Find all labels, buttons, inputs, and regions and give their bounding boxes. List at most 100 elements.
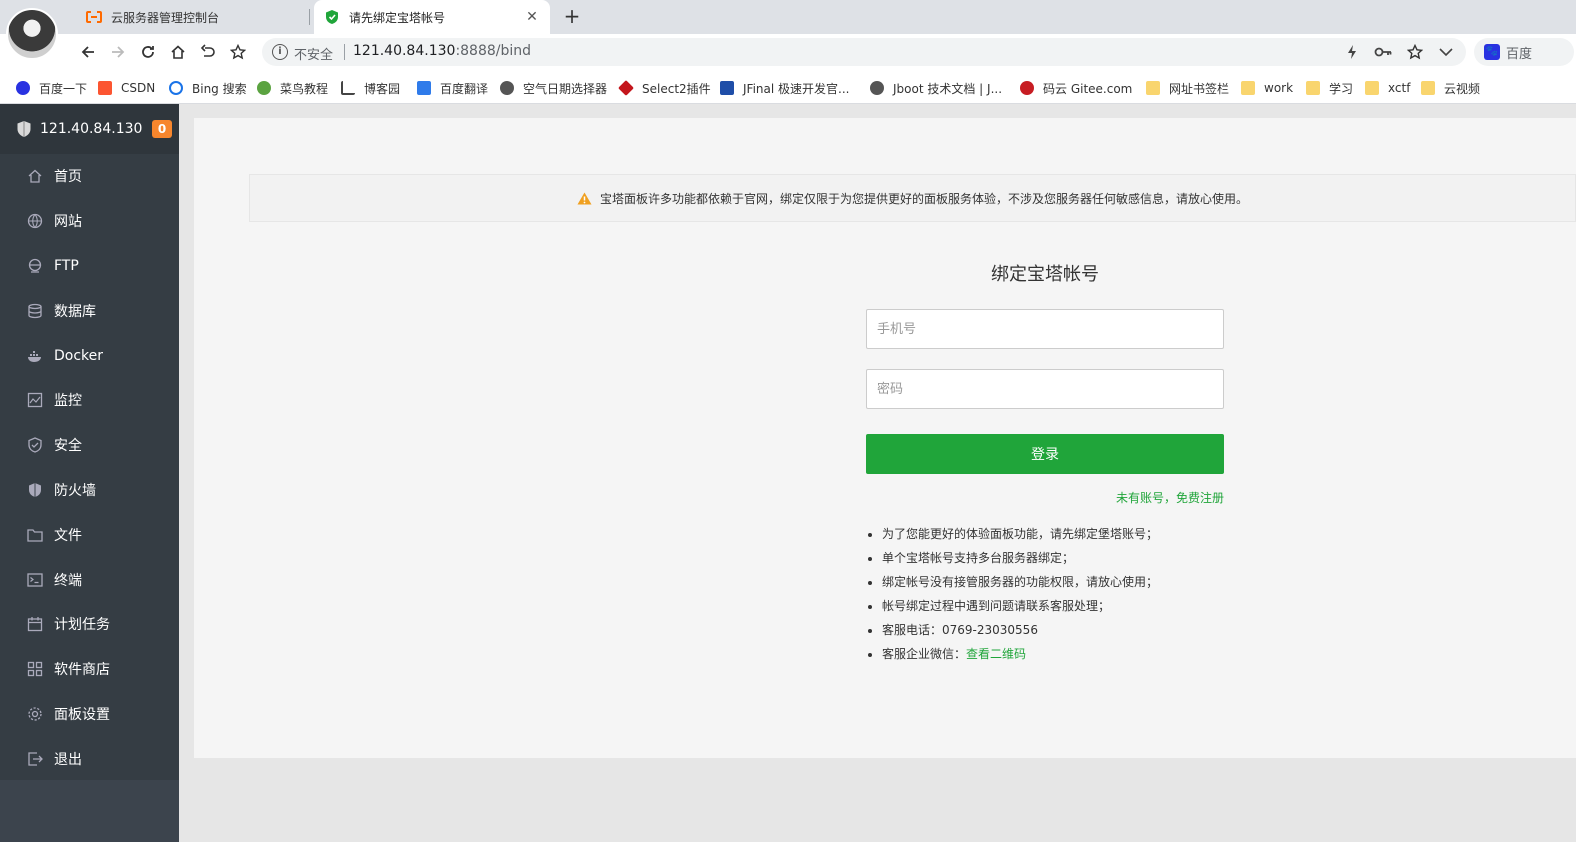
- tips-list: 为了您能更好的体验面板功能，请先绑定堡塔账号； 单个宝塔帐号支持多台服务器绑定；…: [882, 522, 1158, 666]
- warning-icon: [577, 192, 592, 205]
- register-link[interactable]: 未有账号，免费注册: [866, 489, 1224, 506]
- runoob-icon: [257, 81, 271, 95]
- bookmark-folder[interactable]: 云视频: [1421, 79, 1480, 97]
- sidebar-footer: [0, 780, 179, 842]
- cnblogs-icon: [341, 81, 355, 95]
- gitee-icon: [1020, 81, 1034, 95]
- globe-icon: [870, 81, 884, 95]
- search-engine-button[interactable]: 🐾 百度: [1474, 38, 1574, 66]
- sidebar-item-logout[interactable]: 退出: [0, 736, 179, 782]
- apps-icon: [27, 661, 43, 677]
- lightning-icon[interactable]: [1343, 43, 1361, 61]
- bookmark-folder[interactable]: 学习: [1306, 79, 1353, 97]
- notice-bar: 宝塔面板许多功能都依赖于官网，绑定仅限于为您提供更好的面板服务体验，不涉及您服务…: [249, 174, 1576, 222]
- sidebar-item-database[interactable]: 数据库: [0, 288, 179, 334]
- reload-icon[interactable]: [136, 40, 160, 64]
- bookmark-item[interactable]: Select2插件: [618, 79, 711, 97]
- list-item: 绑定帐号没有接管服务器的功能权限，请放心使用；: [882, 570, 1158, 594]
- address-bar[interactable]: i 不安全 121.40.84.130:8888/bind: [262, 38, 1466, 66]
- view-qrcode-link[interactable]: 查看二维码: [966, 647, 1026, 661]
- sidebar-item-files[interactable]: 文件: [0, 512, 179, 558]
- csdn-icon: [98, 81, 112, 95]
- folder-icon: [27, 527, 43, 543]
- sidebar-item-panel-settings[interactable]: 面板设置: [0, 691, 179, 737]
- page-title: 绑定宝塔帐号: [991, 264, 1099, 285]
- bt-shield-favicon-icon: [324, 9, 340, 25]
- sidebar-item-monitor[interactable]: 监控: [0, 377, 179, 423]
- undo-icon[interactable]: [196, 40, 220, 64]
- bookmark-item[interactable]: 菜鸟教程: [257, 79, 328, 97]
- tab-title: 请先绑定宝塔帐号: [349, 10, 446, 25]
- folder-icon: [1365, 81, 1379, 95]
- bookmark-item[interactable]: 码云 Gitee.com: [1020, 79, 1132, 97]
- home-icon[interactable]: [166, 40, 190, 64]
- sidebar-item-website[interactable]: 网站: [0, 198, 179, 244]
- list-item: 为了您能更好的体验面板功能，请先绑定堡塔账号；: [882, 522, 1158, 546]
- star-icon[interactable]: [1406, 43, 1424, 61]
- bookmark-item[interactable]: 空气日期选择器: [500, 79, 607, 97]
- globe-icon: [27, 213, 43, 229]
- notice-text: 宝塔面板许多功能都依赖于官网，绑定仅限于为您提供更好的面板服务体验，不涉及您服务…: [599, 191, 1248, 206]
- back-arrow-icon[interactable]: [76, 40, 100, 64]
- new-tab-button[interactable]: +: [560, 5, 584, 29]
- baidu-translate-icon: [417, 81, 431, 95]
- panel-sidebar: 121.40.84.130 0 首页 网站 FTP 数据库 Docker 监控: [0, 104, 179, 842]
- info-icon[interactable]: i: [272, 44, 288, 60]
- list-item: 帐号绑定过程中遇到问题请联系客服处理；: [882, 594, 1158, 618]
- chevron-down-icon[interactable]: [1437, 43, 1455, 61]
- bookmark-folder[interactable]: 网址书签栏: [1146, 79, 1229, 97]
- phone-input[interactable]: [866, 309, 1224, 349]
- bookmark-item[interactable]: 百度翻译: [417, 79, 488, 97]
- bookmark-item[interactable]: CSDN: [98, 79, 155, 97]
- bookmark-item[interactable]: Jboot 技术文档 | J...: [870, 79, 1002, 97]
- globe-icon: [500, 81, 514, 95]
- aliyun-favicon-icon: [86, 9, 102, 25]
- message-count-badge[interactable]: 0: [152, 120, 172, 138]
- home-icon: [27, 168, 43, 184]
- wechat-label: 客服企业微信：: [882, 647, 967, 661]
- list-item: 客服企业微信：查看二维码: [882, 642, 1158, 666]
- bookmark-item[interactable]: JFinal 极速开发官...: [720, 79, 849, 97]
- gear-icon: [27, 706, 43, 722]
- profile-avatar[interactable]: [6, 8, 58, 60]
- sidebar-item-terminal[interactable]: 终端: [0, 557, 179, 602]
- bind-account-panel: 宝塔面板许多功能都依赖于官网，绑定仅限于为您提供更好的面板服务体验，不涉及您服务…: [194, 118, 1576, 758]
- search-engine-label: 百度: [1506, 46, 1533, 62]
- bookmark-folder[interactable]: xctf: [1365, 79, 1410, 97]
- sidebar-item-cron[interactable]: 计划任务: [0, 601, 179, 647]
- security-label: 不安全: [294, 48, 334, 63]
- browser-tab-console[interactable]: 云服务器管理控制台: [76, 0, 310, 34]
- login-button[interactable]: 登录: [866, 434, 1224, 474]
- jfinal-icon: [720, 81, 734, 95]
- bookmark-item[interactable]: 博客园: [341, 79, 400, 97]
- password-input[interactable]: [866, 369, 1224, 409]
- browser-tab-strip: 云服务器管理控制台 请先绑定宝塔帐号 ✕ +: [0, 0, 1576, 60]
- sidebar-item-home[interactable]: 首页: [0, 154, 179, 199]
- folder-icon: [1146, 81, 1160, 95]
- bookmark-folder[interactable]: work: [1241, 79, 1293, 97]
- url-text[interactable]: 121.40.84.130:8888/bind: [353, 43, 531, 59]
- folder-icon: [1421, 81, 1435, 95]
- key-icon[interactable]: [1374, 43, 1392, 61]
- server-host: 121.40.84.130: [40, 121, 143, 137]
- browser-tab-bind[interactable]: 请先绑定宝塔帐号 ✕: [314, 0, 550, 34]
- forward-arrow-icon[interactable]: [106, 40, 130, 64]
- omnibox-divider: [344, 44, 345, 60]
- sidebar-menu: 首页 网站 FTP 数据库 Docker 监控 安全 防火墙 文件 终端 计划任…: [0, 154, 179, 782]
- bookmarks-bar: 百度一下 CSDN Bing 搜索 菜鸟教程 博客园 百度翻译 空气日期选择器 …: [0, 70, 1576, 104]
- folder-icon: [1241, 81, 1255, 95]
- shield-check-icon: [27, 437, 43, 453]
- sidebar-item-docker[interactable]: Docker: [0, 333, 179, 378]
- sidebar-item-security[interactable]: 安全: [0, 422, 179, 468]
- sidebar-item-firewall[interactable]: 防火墙: [0, 467, 179, 513]
- terminal-icon: [27, 572, 43, 588]
- baidu-icon: [16, 81, 30, 95]
- close-tab-icon[interactable]: ✕: [524, 9, 540, 25]
- bookmark-item[interactable]: Bing 搜索: [169, 79, 247, 97]
- server-header: 121.40.84.130 0: [0, 104, 179, 154]
- docker-icon: [27, 348, 43, 364]
- bookmark-item[interactable]: 百度一下: [16, 79, 87, 97]
- sidebar-item-ftp[interactable]: FTP: [0, 243, 179, 289]
- sidebar-item-app-store[interactable]: 软件商店: [0, 646, 179, 692]
- bookmark-star-icon[interactable]: [226, 40, 250, 64]
